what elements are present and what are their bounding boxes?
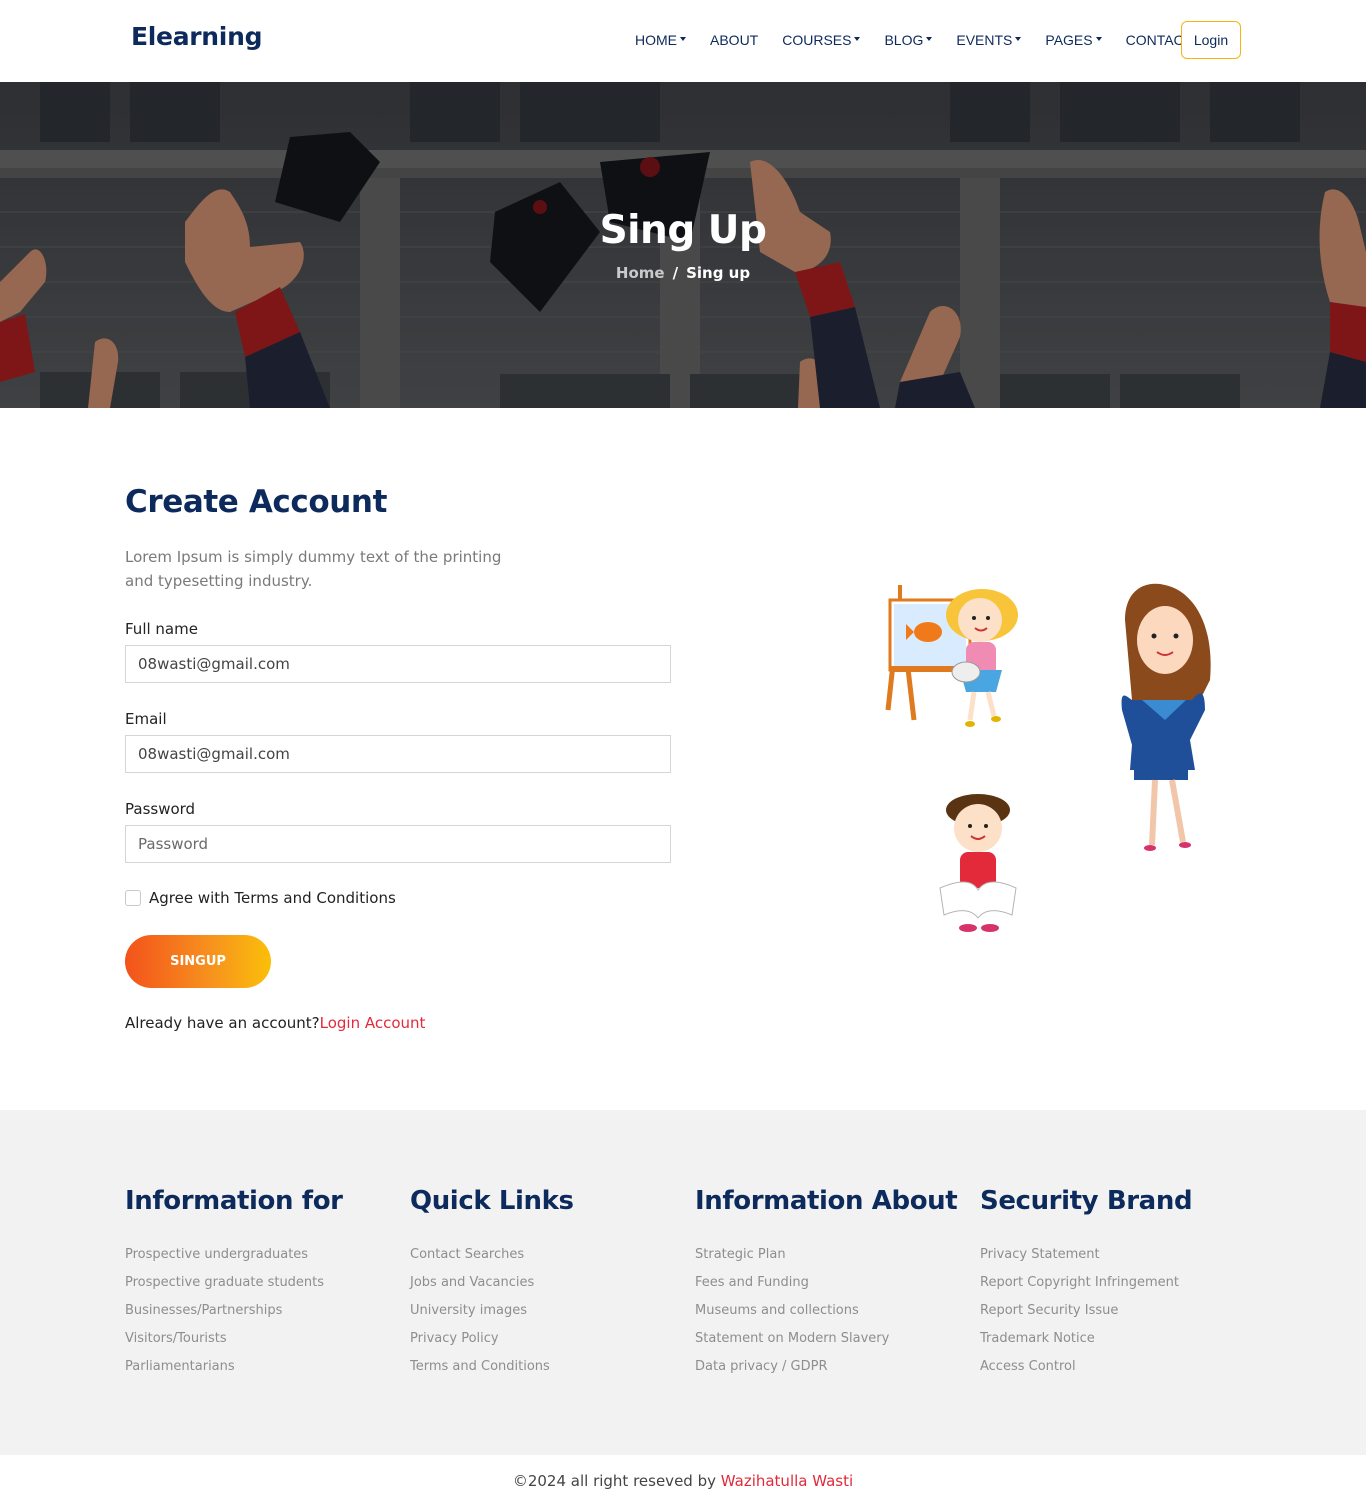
footer-link[interactable]: Report Copyright Infringement (980, 1274, 1192, 1302)
footer-column-quick-links: Quick Links Contact Searches Jobs and Va… (410, 1186, 574, 1386)
have-account-prompt: Already have an account? (125, 1014, 320, 1032)
footer-link[interactable]: Data privacy / GDPR (695, 1358, 957, 1386)
nav-pages[interactable]: PAGES (1045, 32, 1102, 48)
footer-link[interactable]: Contact Searches (410, 1246, 574, 1274)
form-description: Lorem Ipsum is simply dummy text of the … (125, 548, 502, 590)
footer-column-information-about: Information About Strategic Plan Fees an… (695, 1186, 958, 1386)
breadcrumb-home-link[interactable]: Home (616, 264, 665, 282)
footer-link[interactable]: Privacy Policy (410, 1330, 574, 1358)
copyright-author-link[interactable]: Wazihatulla Wasti (721, 1472, 853, 1490)
chevron-down-icon (854, 36, 861, 41)
nav-courses-label: COURSES (782, 32, 852, 48)
footer-link[interactable]: Businesses/Partnerships (125, 1302, 343, 1330)
nav-events-label: EVENTS (956, 32, 1013, 48)
breadcrumb-current: Sing up (686, 264, 751, 282)
nav-blog-label: BLOG (884, 32, 924, 48)
footer-link[interactable]: Statement on Modern Slavery (695, 1330, 957, 1358)
signup-button[interactable]: SINGUP (125, 935, 271, 988)
login-button[interactable]: Login (1181, 21, 1241, 59)
chevron-down-icon (1015, 36, 1022, 41)
chevron-down-icon (680, 36, 686, 41)
nav-courses[interactable]: COURSES (782, 32, 861, 48)
terms-checkbox[interactable] (125, 890, 141, 906)
page-title: Sing Up (599, 208, 767, 253)
copyright-text: ©2024 all right reseved by (512, 1472, 721, 1490)
boy-reading-icon (939, 794, 1017, 932)
footer-column-title: Security Brand (980, 1186, 1193, 1216)
footer-link[interactable]: Jobs and Vacancies (410, 1274, 574, 1302)
nav-pages-label: PAGES (1045, 32, 1093, 48)
form-title: Create Account (125, 484, 388, 520)
breadcrumb-separator: / (672, 264, 679, 282)
nav-events[interactable]: EVENTS (956, 32, 1022, 48)
login-account-link[interactable]: Login Account (320, 1014, 426, 1032)
breadcrumb: Home / Sing up (0, 264, 1366, 282)
footer-column-title: Information About (695, 1186, 958, 1216)
hero-banner: Sing Up Home / Sing up (0, 82, 1366, 408)
footer-link[interactable]: Prospective graduate students (125, 1274, 343, 1302)
terms-agreement[interactable]: Agree with Terms and Conditions (125, 889, 396, 907)
site-logo[interactable]: Elearning (131, 22, 262, 51)
teacher-icon (1121, 583, 1211, 851)
footer-link[interactable]: Prospective undergraduates (125, 1246, 343, 1274)
chevron-down-icon (1095, 36, 1102, 41)
footer-link[interactable]: Parliamentarians (125, 1358, 343, 1386)
footer-link[interactable]: Strategic Plan (695, 1246, 957, 1274)
footer-link[interactable]: Museums and collections (695, 1302, 957, 1330)
footer-link[interactable]: Report Security Issue (980, 1302, 1192, 1330)
copyright: ©2024 all right reseved by Wazihatulla W… (0, 1472, 1366, 1490)
footer-link[interactable]: Access Control (980, 1358, 1192, 1386)
have-account-text: Already have an account?Login Account (125, 1014, 425, 1032)
footer-column-information-for: Information for Prospective undergraduat… (125, 1186, 343, 1386)
footer-column-title: Information for (125, 1186, 343, 1216)
footer-link[interactable]: Privacy Statement (980, 1246, 1192, 1274)
fullname-label: Full name (125, 620, 198, 638)
nav-blog[interactable]: BLOG (884, 32, 933, 48)
password-label: Password (125, 800, 196, 818)
nav-about[interactable]: ABOUT (710, 32, 758, 48)
chevron-down-icon (926, 36, 933, 41)
nav-home-label: HOME (635, 32, 677, 48)
footer-link[interactable]: University images (410, 1302, 574, 1330)
nav-home[interactable]: HOME (635, 32, 686, 48)
kids-and-teacher-illustration (885, 583, 1211, 932)
footer-link[interactable]: Terms and Conditions (410, 1358, 574, 1386)
site-footer: Information for Prospective undergraduat… (0, 1110, 1366, 1455)
email-label: Email (125, 710, 167, 728)
footer-link[interactable]: Trademark Notice (980, 1330, 1192, 1358)
nav-about-label: ABOUT (710, 32, 759, 48)
footer-link[interactable]: Fees and Funding (695, 1274, 957, 1302)
fullname-input[interactable] (125, 645, 671, 683)
footer-link[interactable]: Visitors/Tourists (125, 1330, 343, 1358)
footer-column-security-brand: Security Brand Privacy Statement Report … (980, 1186, 1193, 1386)
email-input[interactable] (125, 735, 671, 773)
terms-label: Agree with Terms and Conditions (149, 889, 396, 907)
main-nav: HOME ABOUT COURSES BLOG EVENTS PAGES CON… (623, 21, 1216, 59)
footer-column-title: Quick Links (410, 1186, 574, 1216)
site-header: Elearning HOME ABOUT COURSES BLOG EVENTS… (0, 0, 1366, 82)
password-input[interactable] (125, 825, 671, 863)
